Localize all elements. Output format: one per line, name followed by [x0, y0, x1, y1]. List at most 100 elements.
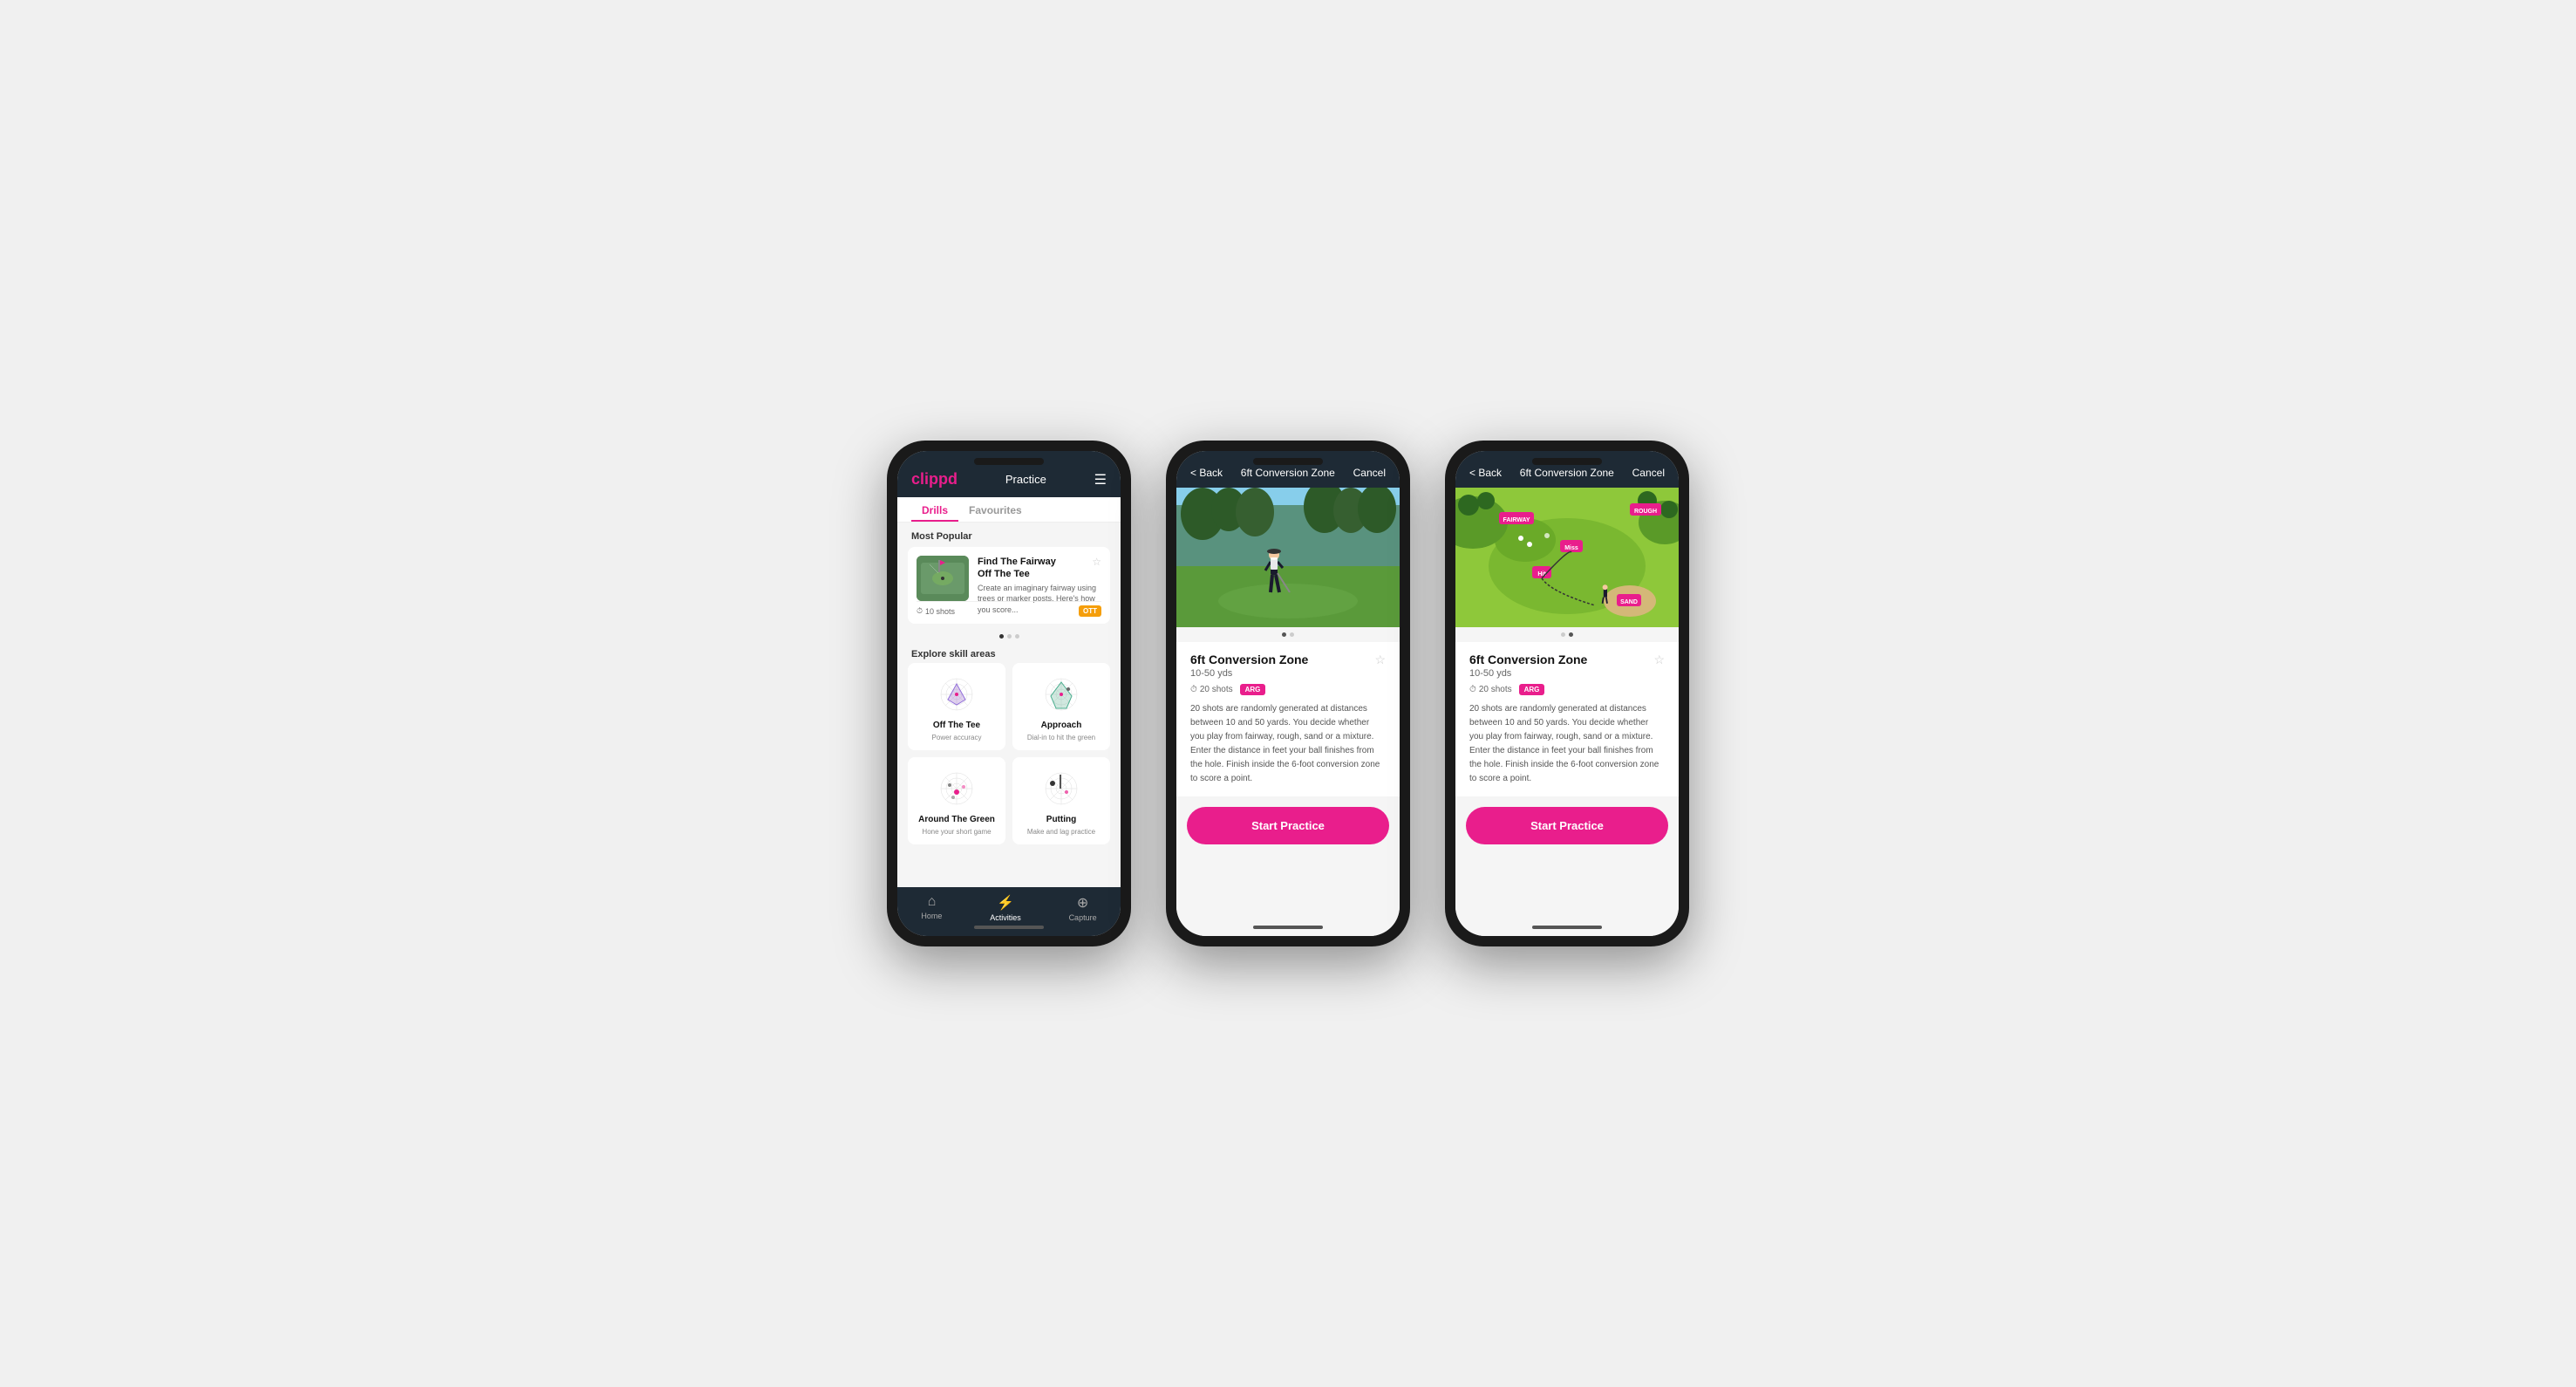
- drill-badge: OTT: [1079, 605, 1101, 617]
- svg-text:SAND: SAND: [1620, 599, 1638, 605]
- start-practice-button-3[interactable]: Start Practice: [1466, 807, 1668, 844]
- nav-activities[interactable]: ⚡ Activities: [990, 894, 1021, 922]
- capture-nav-icon: ⊕: [1077, 894, 1088, 912]
- nav-home-label: Home: [921, 912, 942, 920]
- dot-1: [999, 634, 1004, 639]
- phone1-content: Most Popular: [897, 523, 1121, 887]
- fav-star-3[interactable]: ☆: [1653, 653, 1665, 667]
- skill-desc-putting: Make and lag practice: [1027, 828, 1095, 836]
- hero-dots-3: [1455, 627, 1679, 642]
- home-indicator-1: [974, 926, 1044, 929]
- dot-active-2: [1282, 632, 1286, 637]
- phone-2-screen: < Back 6ft Conversion Zone Cancel: [1176, 451, 1400, 936]
- tab-favourites[interactable]: Favourites: [958, 497, 1032, 522]
- header-title-2: 6ft Conversion Zone: [1241, 467, 1335, 479]
- putting-radar: [1035, 766, 1087, 811]
- skill-desc-atg: Hone your short game: [922, 828, 991, 836]
- back-button-3[interactable]: < Back: [1469, 467, 1502, 479]
- cancel-button-3[interactable]: Cancel: [1632, 467, 1665, 479]
- skill-off-the-tee[interactable]: Off The Tee Power accuracy: [908, 663, 1005, 750]
- drill-card-title: Find The Fairway: [978, 556, 1101, 568]
- skill-putting[interactable]: Putting Make and lag practice: [1012, 757, 1110, 844]
- skill-grid: Off The Tee Power accuracy: [897, 663, 1121, 851]
- shots-3: ⏱ 20 shots: [1469, 685, 1512, 694]
- home-indicator-3: [1532, 926, 1602, 929]
- drill-info-2: 6ft Conversion Zone 10-50 yds ☆ ⏱ 20 sho…: [1176, 642, 1400, 796]
- badge-arg-3: ARG: [1519, 684, 1545, 695]
- drill-card-image: [917, 556, 969, 601]
- most-popular-label: Most Popular: [897, 523, 1121, 547]
- nav-capture-label: Capture: [1069, 913, 1097, 922]
- hero-map-view: FAIRWAY ROUGH SAND Hit Miss: [1455, 488, 1679, 627]
- skill-desc-ott: Power accuracy: [932, 734, 982, 741]
- drill-title-row-3: 6ft Conversion Zone 10-50 yds ☆: [1469, 653, 1665, 679]
- phone-notch-1: [974, 458, 1044, 465]
- explore-label: Explore skill areas: [897, 644, 1121, 663]
- header-title: Practice: [1005, 473, 1046, 486]
- tab-drills[interactable]: Drills: [911, 497, 958, 522]
- phone-3: < Back 6ft Conversion Zone Cancel: [1445, 441, 1689, 946]
- skill-desc-approach: Dial-in to hit the green: [1027, 734, 1095, 741]
- dot-1-3: [1561, 632, 1565, 637]
- drill-description-2: 20 shots are randomly generated at dista…: [1190, 702, 1386, 786]
- cancel-button-2[interactable]: Cancel: [1353, 467, 1386, 479]
- skill-name-putting: Putting: [1046, 815, 1076, 824]
- featured-drill-card[interactable]: Find The Fairway Off The Tee Create an i…: [908, 547, 1110, 624]
- drill-meta-3: ⏱ 20 shots ARG: [1469, 684, 1665, 695]
- phone-1: clippd Practice ☰ Drills Favourites Most…: [887, 441, 1131, 946]
- drill-title-2: 6ft Conversion Zone: [1190, 653, 1308, 666]
- svg-text:FAIRWAY: FAIRWAY: [1503, 517, 1530, 523]
- approach-radar: [1035, 672, 1087, 717]
- nav-activities-label: Activities: [990, 913, 1021, 922]
- drill-title-row-2: 6ft Conversion Zone 10-50 yds ☆: [1190, 653, 1386, 679]
- off-tee-radar: [930, 672, 983, 717]
- phone-notch-3: [1532, 458, 1602, 465]
- drill-range-2: 10-50 yds: [1190, 668, 1308, 679]
- badge-arg-2: ARG: [1240, 684, 1266, 695]
- phone-notch-2: [1253, 458, 1323, 465]
- start-practice-button-2[interactable]: Start Practice: [1187, 807, 1389, 844]
- nav-capture[interactable]: ⊕ Capture: [1069, 894, 1097, 922]
- dot-2-2: [1290, 632, 1294, 637]
- drill-range-3: 10-50 yds: [1469, 668, 1587, 679]
- hero-golf-photo: [1176, 488, 1400, 627]
- drill-title-3: 6ft Conversion Zone: [1469, 653, 1587, 666]
- drill-info-3: 6ft Conversion Zone 10-50 yds ☆ ⏱ 20 sho…: [1455, 642, 1679, 796]
- phone-2: < Back 6ft Conversion Zone Cancel: [1166, 441, 1410, 946]
- back-button-2[interactable]: < Back: [1190, 467, 1223, 479]
- svg-text:Miss: Miss: [1564, 545, 1578, 551]
- tabs-bar: Drills Favourites: [897, 497, 1121, 523]
- dot-3: [1015, 634, 1019, 639]
- atg-icon: [930, 766, 983, 811]
- skill-name-atg: Around The Green: [918, 815, 995, 824]
- home-nav-icon: ⌂: [928, 894, 937, 910]
- menu-icon[interactable]: ☰: [1094, 471, 1107, 489]
- nav-home[interactable]: ⌂ Home: [921, 894, 942, 922]
- phone3-header: < Back 6ft Conversion Zone Cancel: [1455, 451, 1679, 488]
- skill-name-approach: Approach: [1041, 721, 1082, 730]
- favourite-star[interactable]: ☆: [1092, 556, 1101, 568]
- header-title-3: 6ft Conversion Zone: [1520, 467, 1614, 479]
- shots-2: ⏱ 20 shots: [1190, 685, 1233, 694]
- phone-3-screen: < Back 6ft Conversion Zone Cancel: [1455, 451, 1679, 936]
- app-logo: clippd: [911, 470, 957, 489]
- off-tee-icon: [930, 672, 983, 717]
- skill-approach[interactable]: Approach Dial-in to hit the green: [1012, 663, 1110, 750]
- drill-meta-2: ⏱ 20 shots ARG: [1190, 684, 1386, 695]
- activities-nav-icon: ⚡: [997, 894, 1014, 912]
- atg-radar: [930, 766, 983, 811]
- fav-star-2[interactable]: ☆: [1374, 653, 1386, 667]
- approach-icon: [1035, 672, 1087, 717]
- skill-around-green[interactable]: Around The Green Hone your short game: [908, 757, 1005, 844]
- phone-1-screen: clippd Practice ☰ Drills Favourites Most…: [897, 451, 1121, 936]
- phone2-content: 6ft Conversion Zone 10-50 yds ☆ ⏱ 20 sho…: [1176, 488, 1400, 936]
- golf-photo-svg: [1176, 488, 1400, 627]
- hero-dots-2: [1176, 627, 1400, 642]
- drill-title-group-3: 6ft Conversion Zone 10-50 yds: [1469, 653, 1587, 679]
- phone2-header: < Back 6ft Conversion Zone Cancel: [1176, 451, 1400, 488]
- putting-icon: [1035, 766, 1087, 811]
- card-footer: ⏱ 10 shots OTT: [917, 601, 1101, 617]
- dot-2: [1007, 634, 1012, 639]
- card-dots: [897, 629, 1121, 644]
- shots-count: ⏱ 10 shots: [917, 606, 955, 616]
